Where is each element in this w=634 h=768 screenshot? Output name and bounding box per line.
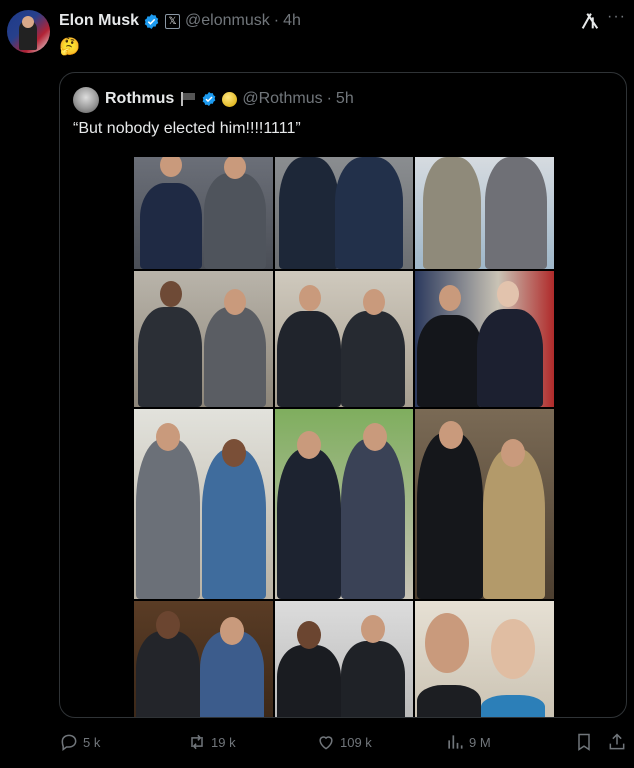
view-count: 9 M: [469, 734, 491, 750]
person-figure: [417, 315, 484, 407]
collage-photo[interactable]: [415, 157, 554, 269]
person-face: [160, 281, 182, 307]
collage-photo[interactable]: [134, 601, 273, 717]
person-face: [222, 439, 246, 467]
person-face: [497, 281, 520, 307]
collage-photo[interactable]: [415, 271, 554, 407]
person-figure: [340, 641, 405, 717]
reply-count: 5 k: [83, 734, 101, 750]
collage-photo[interactable]: [415, 601, 554, 717]
avatar-face: [22, 16, 34, 28]
person-face: [160, 157, 182, 177]
bookmark-button[interactable]: [574, 732, 598, 752]
share-icon: [609, 733, 625, 750]
like-count: 109 k: [340, 734, 372, 750]
quoted-author-handle[interactable]: @Rothmus: [242, 90, 322, 108]
person-face: [362, 423, 387, 451]
reply-icon: [61, 734, 77, 751]
person-figure: [278, 157, 339, 269]
quoted-post-time[interactable]: 5h: [336, 90, 354, 108]
author-avatar[interactable]: [7, 10, 50, 53]
person-face: [362, 289, 385, 315]
action-bar: 5 k 19 k 109 k 9 M: [59, 732, 627, 754]
like-button[interactable]: 109 k: [316, 732, 372, 752]
collage-photo[interactable]: [274, 409, 414, 599]
person-face: [360, 615, 385, 643]
person-face: [156, 423, 180, 451]
quoted-author-avatar[interactable]: [73, 87, 99, 113]
collage-photo[interactable]: [134, 271, 273, 407]
person-face: [491, 619, 536, 679]
person-face: [156, 611, 180, 639]
repost-icon: [191, 734, 203, 750]
person-figure: [138, 307, 202, 407]
more-icon[interactable]: ···: [607, 8, 626, 26]
person-figure: [417, 685, 482, 717]
bookmark-icon: [578, 733, 590, 751]
verified-badge-icon: [202, 92, 216, 106]
separator-dot: ·: [273, 12, 280, 29]
coin-icon: [222, 91, 238, 107]
collage-photo[interactable]: [274, 157, 414, 269]
share-button[interactable]: [607, 732, 631, 752]
person-figure: [140, 183, 202, 269]
person-figure: [202, 449, 266, 599]
quoted-post-text: “But nobody elected him!!!!1111”: [73, 120, 301, 137]
repost-button[interactable]: 19 k: [187, 732, 236, 752]
person-figure: [136, 439, 200, 599]
grok-icon[interactable]: [579, 10, 601, 32]
views-button[interactable]: 9 M: [445, 732, 491, 752]
repost-count: 19 k: [211, 734, 236, 750]
person-figure: [483, 449, 546, 599]
collage-photo[interactable]: [134, 409, 273, 599]
person-figure: [477, 309, 544, 407]
collage-photo[interactable]: [134, 157, 273, 269]
person-figure: [417, 433, 484, 599]
person-face: [298, 285, 321, 311]
views-icon: [448, 735, 463, 749]
separator-dot: ·: [326, 90, 332, 107]
person-figure: [334, 157, 403, 269]
person-figure: [485, 157, 548, 269]
person-face: [220, 617, 244, 645]
photo-collage[interactable]: [134, 157, 554, 717]
like-icon: [319, 736, 333, 750]
person-face: [224, 289, 246, 315]
person-face: [439, 285, 462, 311]
person-figure: [481, 695, 546, 717]
verified-badge-icon: [144, 13, 159, 29]
author-name[interactable]: Elon Musk: [59, 12, 139, 30]
reply-button[interactable]: 5 k: [59, 732, 100, 752]
person-figure: [276, 311, 341, 407]
flag-icon: [180, 92, 196, 106]
quoted-post[interactable]: Rothmus @Rothmus · 5h “But nobody electe…: [59, 72, 627, 718]
person-figure: [204, 173, 266, 269]
person-figure: [276, 645, 341, 717]
collage-photo[interactable]: [274, 601, 414, 717]
person-figure: [204, 307, 266, 407]
quoted-post-header: Rothmus @Rothmus · 5h: [105, 90, 354, 108]
person-face: [425, 613, 470, 673]
person-figure: [340, 311, 405, 407]
post-time[interactable]: 4h: [283, 12, 301, 30]
person-figure: [423, 157, 482, 269]
person-face: [296, 621, 321, 649]
author-handle[interactable]: @elonmusk: [185, 12, 270, 30]
person-figure: [340, 439, 405, 599]
post-text: 🤔: [59, 37, 81, 56]
person-figure: [136, 631, 200, 717]
post-header: Elon Musk 𝕏 @elonmusk · 4h: [59, 10, 301, 32]
collage-photo[interactable]: [274, 271, 414, 407]
collage-photo[interactable]: [415, 409, 554, 599]
x-logo-icon: 𝕏: [165, 13, 181, 29]
person-face: [296, 431, 321, 459]
person-figure: [276, 449, 341, 599]
quoted-author-name[interactable]: Rothmus: [105, 90, 174, 108]
